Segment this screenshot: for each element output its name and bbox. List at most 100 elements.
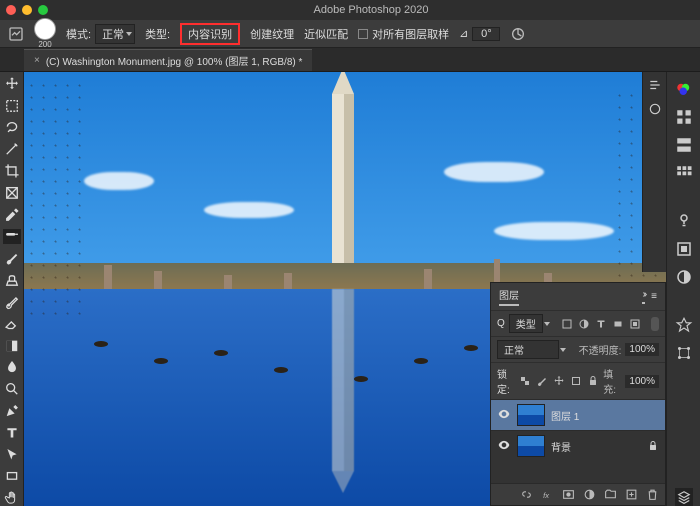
layer-name[interactable]: 图层 1 [551, 408, 579, 423]
canvas-content [494, 222, 614, 240]
layer-style-icon[interactable]: fx [541, 488, 554, 501]
filter-pixel-icon[interactable] [561, 318, 573, 330]
brush-preset[interactable]: 200 [34, 18, 56, 49]
proximity-match-option[interactable]: 近似匹配 [304, 26, 348, 42]
lock-all-icon[interactable] [587, 375, 599, 387]
layer-thumbnail[interactable] [517, 435, 545, 457]
angle-icon: ⊿ [459, 27, 468, 40]
fill-label: 填充: [603, 366, 621, 396]
lock-icons [519, 375, 599, 387]
layers-panel-icon[interactable] [675, 488, 693, 506]
mode-group: 模式: 正常 [66, 24, 135, 44]
delete-layer-icon[interactable] [646, 488, 659, 501]
gradient-tool-icon[interactable] [3, 338, 21, 354]
canvas-content [104, 265, 112, 289]
lock-artboard-icon[interactable] [570, 375, 582, 387]
move-tool-icon[interactable] [3, 76, 21, 92]
zoom-window-icon[interactable] [38, 5, 48, 15]
frame-tool-icon[interactable] [3, 185, 21, 201]
mode-select[interactable]: 正常 [95, 24, 135, 44]
layer-row[interactable]: 背景 [491, 430, 665, 461]
fill-value[interactable]: 100% [625, 375, 659, 388]
learn-panel-icon[interactable] [675, 212, 693, 230]
color-panel-icon[interactable] [675, 80, 693, 98]
eraser-tool-icon[interactable] [3, 316, 21, 332]
layer-mask-icon[interactable] [562, 488, 575, 501]
pen-tool-icon[interactable] [3, 403, 21, 419]
layer-group-icon[interactable] [604, 488, 617, 501]
content-aware-option[interactable]: 内容识别 [180, 23, 240, 45]
layer-filter-row: Q 类型 [491, 310, 665, 336]
close-window-icon[interactable] [6, 5, 16, 15]
swatches-panel-icon[interactable] [675, 108, 693, 126]
marquee-tool-icon[interactable] [3, 98, 21, 114]
libraries-panel-icon[interactable] [675, 240, 693, 258]
path-selection-tool-icon[interactable] [3, 447, 21, 463]
clone-stamp-tool-icon[interactable] [3, 272, 21, 288]
adjustments-icon[interactable] [648, 102, 662, 116]
layers-panel: 图层 ›› ≡ Q 类型 正常 不透明度: 100% 锁定: 填 [490, 282, 666, 506]
tool-preset-icon[interactable] [8, 26, 24, 42]
lock-transparency-icon[interactable] [519, 375, 531, 387]
lasso-tool-icon[interactable] [3, 120, 21, 136]
crop-tool-icon[interactable] [3, 163, 21, 179]
layer-row[interactable]: 图层 1 [491, 399, 665, 430]
new-layer-icon[interactable] [625, 488, 638, 501]
minimize-window-icon[interactable] [22, 5, 32, 15]
brush-preview-icon [34, 18, 56, 40]
close-tab-icon[interactable]: × [34, 55, 40, 66]
filter-adjustment-icon[interactable] [578, 318, 590, 330]
visibility-toggle-icon[interactable] [497, 438, 511, 455]
document-tabs: × (C) Washington Monument.jpg @ 100% (图层… [0, 48, 700, 72]
layers-panel-title[interactable]: 图层 [499, 287, 519, 306]
sample-all-layers-checkbox[interactable] [358, 29, 368, 39]
visibility-toggle-icon[interactable] [497, 407, 511, 424]
dodge-tool-icon[interactable] [3, 381, 21, 397]
pressure-icon[interactable] [510, 26, 526, 42]
angle-value[interactable]: 0° [472, 27, 500, 41]
lock-fill-row: 锁定: 填充: 100% [491, 362, 665, 399]
properties-icon[interactable] [648, 78, 662, 92]
panel-collapse-icon[interactable]: ›› [642, 289, 645, 304]
filter-type-icon[interactable] [595, 318, 607, 330]
adjustment-layer-icon[interactable] [583, 488, 596, 501]
layer-thumbnail[interactable] [517, 404, 545, 426]
filter-toggle[interactable] [651, 317, 659, 331]
magic-wand-tool-icon[interactable] [3, 141, 21, 157]
gradients-panel-icon[interactable] [675, 136, 693, 154]
history-brush-tool-icon[interactable] [3, 294, 21, 310]
document-tab-title: (C) Washington Monument.jpg @ 100% (图层 1… [46, 53, 303, 68]
search-icon[interactable]: Q [497, 318, 505, 329]
spot-healing-brush-tool-icon[interactable] [3, 229, 21, 245]
blur-tool-icon[interactable] [3, 359, 21, 375]
opacity-value[interactable]: 100% [625, 343, 659, 356]
patterns-panel-icon[interactable] [675, 164, 693, 182]
brush-tool-icon[interactable] [3, 250, 21, 266]
paths-panel-icon[interactable] [675, 344, 693, 362]
layer-name[interactable]: 背景 [551, 439, 571, 454]
filter-smart-icon[interactable] [629, 318, 641, 330]
blend-mode-select[interactable]: 正常 [497, 340, 559, 359]
sample-all-layers-option[interactable]: 对所有图层取样 [358, 26, 449, 42]
create-texture-option[interactable]: 创建纹理 [250, 26, 294, 42]
blend-opacity-row: 正常 不透明度: 100% [491, 336, 665, 362]
canvas-content [444, 162, 544, 182]
panel-menu-icon[interactable]: ≡ [651, 291, 657, 302]
type-tool-icon[interactable] [3, 425, 21, 441]
channels-panel-icon[interactable] [675, 316, 693, 334]
app-title: Adobe Photoshop 2020 [48, 4, 694, 16]
rectangle-tool-icon[interactable] [3, 468, 21, 484]
link-layers-icon[interactable] [520, 488, 533, 501]
mode-label: 模式: [66, 26, 91, 42]
layer-kind-filter[interactable]: 类型 [509, 314, 543, 333]
hand-tool-icon[interactable] [3, 490, 21, 506]
lock-image-icon[interactable] [536, 375, 548, 387]
lock-position-icon[interactable] [553, 375, 565, 387]
adjustments-panel-icon[interactable] [675, 268, 693, 286]
canvas-content [224, 275, 232, 289]
document-tab[interactable]: × (C) Washington Monument.jpg @ 100% (图层… [24, 49, 312, 71]
layer-filter-icons [561, 318, 641, 330]
eyedropper-tool-icon[interactable] [3, 207, 21, 223]
filter-shape-icon[interactable] [612, 318, 624, 330]
left-toolbar [0, 72, 24, 506]
